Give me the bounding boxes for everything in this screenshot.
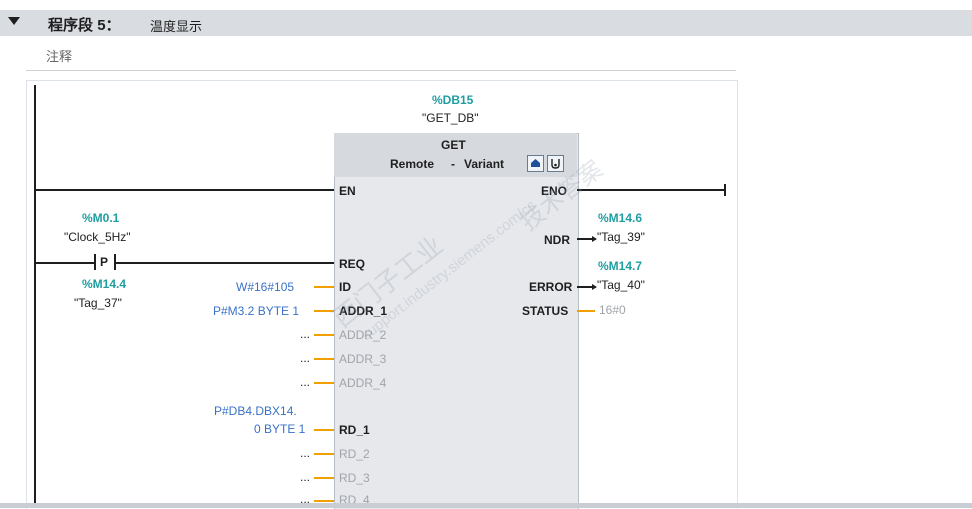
status-value[interactable]: 16#0: [599, 303, 626, 317]
pin-addr-4: ADDR_4: [339, 376, 387, 390]
edge-contact-symbol[interactable]: P: [100, 255, 108, 269]
block-type: GET: [441, 138, 466, 152]
contact-operand-name[interactable]: "Clock_5Hz": [64, 230, 131, 244]
instance-db-name[interactable]: "GET_DB": [422, 111, 479, 125]
pin-rd-3: RD_3: [339, 471, 370, 485]
power-rail: [34, 85, 36, 508]
addr-2-value[interactable]: ...: [300, 327, 310, 341]
pin-addr-3: ADDR_3: [339, 352, 387, 366]
network-description[interactable]: 温度显示: [150, 16, 202, 35]
ndr-address[interactable]: %M14.6: [598, 211, 642, 225]
addr-1-value[interactable]: P#M3.2 BYTE 1: [213, 304, 299, 318]
error-address[interactable]: %M14.7: [598, 259, 642, 273]
comment-field[interactable]: 注释: [26, 38, 736, 71]
addr-3-value[interactable]: ...: [300, 351, 310, 365]
pin-error-line: [577, 286, 592, 288]
pin-status: STATUS: [522, 304, 569, 318]
pin-addr-3-line: [314, 358, 334, 360]
ndr-tag-name[interactable]: "Tag_39": [597, 230, 645, 244]
eno-wire: [577, 189, 725, 191]
network-number: 5: [97, 17, 106, 34]
network-header: [0, 10, 972, 36]
collapse-toggle-icon[interactable]: [8, 17, 20, 25]
pin-ndr-line: [577, 238, 592, 240]
pin-rd-3-line: [314, 477, 334, 479]
req-wire-right: [116, 262, 334, 264]
instance-db-address[interactable]: %DB15: [432, 93, 473, 107]
rd-1-value-line2[interactable]: 0 BYTE 1: [254, 422, 305, 436]
error-tag-name[interactable]: "Tag_40": [597, 278, 645, 292]
pin-rd-1: RD_1: [339, 423, 370, 437]
block-param-dash: -: [451, 157, 455, 171]
pin-rd-2-line: [314, 453, 334, 455]
pin-error: ERROR: [529, 280, 573, 294]
rd-3-value[interactable]: ...: [300, 470, 310, 484]
contact-operand-address[interactable]: %M0.1: [82, 211, 119, 225]
addr-4-value[interactable]: ...: [300, 375, 310, 389]
scrollbar-track[interactable]: [0, 503, 972, 508]
pin-status-line: [577, 310, 595, 312]
pin-addr-4-line: [314, 382, 334, 384]
block-param-variant[interactable]: Variant: [464, 157, 504, 171]
eno-wire-end: [724, 184, 726, 196]
pin-rd-2: RD_2: [339, 447, 370, 461]
edge-memory-address[interactable]: %M14.4: [82, 277, 126, 291]
id-value[interactable]: W#16#105: [236, 280, 294, 294]
pin-addr-2-line: [314, 334, 334, 336]
pin-req: REQ: [339, 257, 366, 271]
pin-rd-4-line: [314, 500, 334, 502]
pin-en: EN: [339, 184, 356, 198]
en-wire: [36, 189, 334, 191]
network-title: 程序段 5：: [48, 17, 121, 34]
comment-label: 注释: [46, 49, 73, 64]
edge-memory-name[interactable]: "Tag_37": [74, 296, 122, 310]
pin-id-line: [314, 286, 334, 288]
pin-rd-1-line: [314, 429, 334, 431]
rd-2-value[interactable]: ...: [300, 446, 310, 460]
connection-config-icon[interactable]: [527, 155, 544, 172]
contact-left-bar: [94, 254, 96, 270]
pin-ndr: NDR: [544, 233, 570, 247]
req-wire-left: [36, 262, 94, 264]
block-param-remote[interactable]: Remote: [390, 157, 434, 171]
rd-1-value-line1[interactable]: P#DB4.DBX14.: [214, 404, 297, 418]
